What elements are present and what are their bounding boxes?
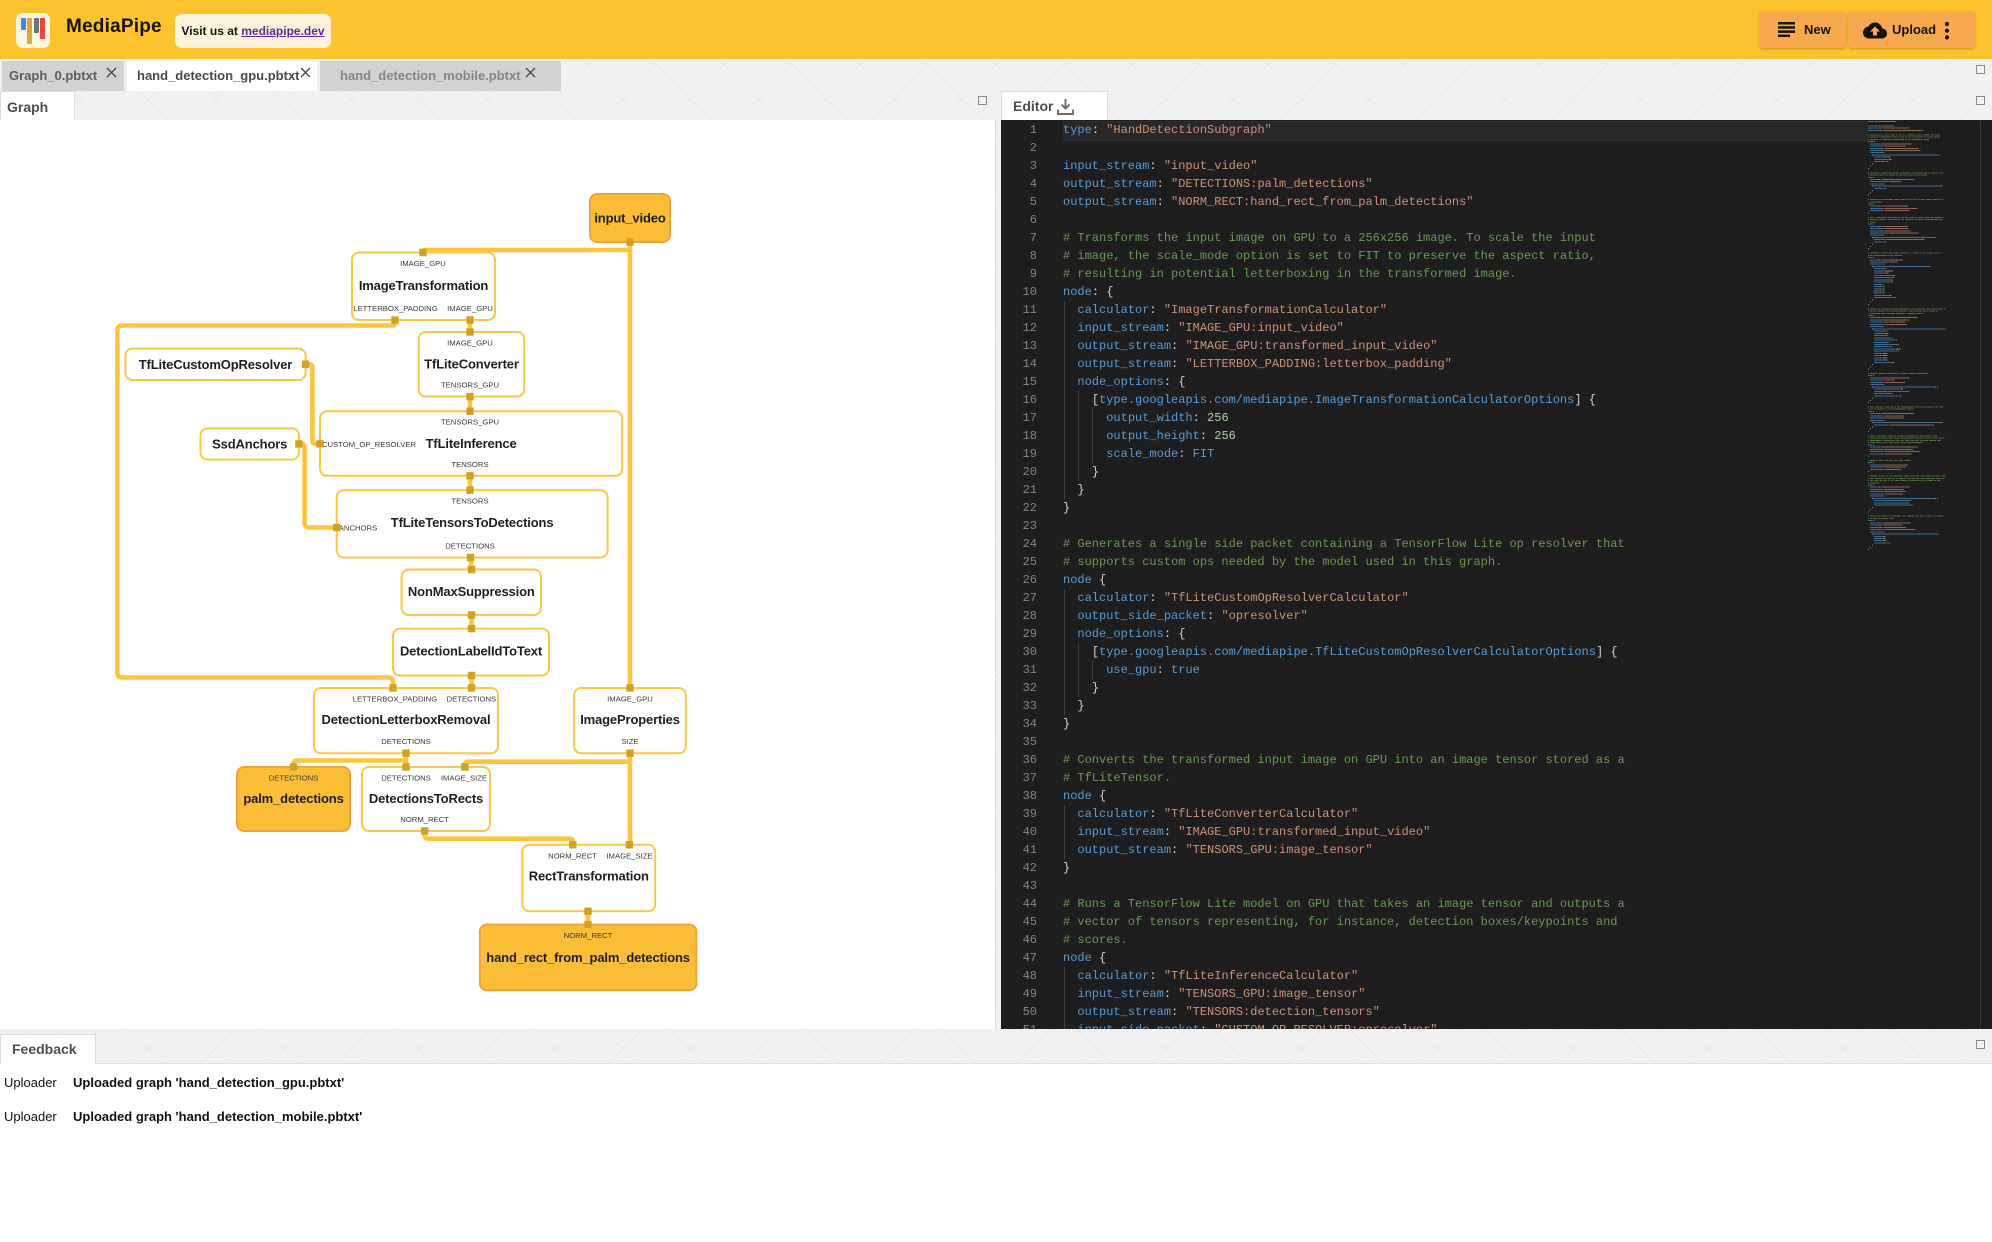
svg-text:TfLiteCustomOpResolver: TfLiteCustomOpResolver <box>139 357 293 372</box>
svg-text:DetectionLabelIdToText: DetectionLabelIdToText <box>400 643 543 658</box>
svg-text:DETECTIONS: DETECTIONS <box>381 737 431 746</box>
svg-text:TENSORS_GPU: TENSORS_GPU <box>441 381 499 390</box>
svg-text:DetectionLetterboxRemoval: DetectionLetterboxRemoval <box>322 712 491 727</box>
svg-text:IMAGE_GPU: IMAGE_GPU <box>400 259 446 268</box>
svg-text:IMAGE_GPU: IMAGE_GPU <box>607 695 653 704</box>
svg-text:LETTERBOX_PADDING: LETTERBOX_PADDING <box>353 304 437 313</box>
svg-text:TENSORS_GPU: TENSORS_GPU <box>441 418 499 427</box>
svg-text:IMAGE_SIZE: IMAGE_SIZE <box>606 851 652 860</box>
svg-text:NORM_RECT: NORM_RECT <box>564 931 613 940</box>
svg-text:DETECTIONS: DETECTIONS <box>381 774 431 783</box>
svg-text:SsdAnchors: SsdAnchors <box>212 437 287 452</box>
svg-text:DETECTIONS: DETECTIONS <box>269 774 319 783</box>
svg-text:ImageTransformation: ImageTransformation <box>359 278 489 293</box>
svg-text:IMAGE_SIZE: IMAGE_SIZE <box>441 774 487 783</box>
svg-text:hand_rect_from_palm_detections: hand_rect_from_palm_detections <box>486 950 690 965</box>
svg-text:NonMaxSuppression: NonMaxSuppression <box>408 584 535 599</box>
svg-text:ImageProperties: ImageProperties <box>580 712 680 727</box>
svg-text:RectTransformation: RectTransformation <box>529 869 649 884</box>
svg-text:palm_detections: palm_detections <box>243 791 343 806</box>
svg-text:NORM_RECT: NORM_RECT <box>548 851 597 860</box>
svg-text:DetectionsToRects: DetectionsToRects <box>369 791 483 806</box>
svg-text:TfLiteConverter: TfLiteConverter <box>424 357 519 372</box>
svg-text:SIZE: SIZE <box>621 737 638 746</box>
svg-text:TfLiteTensorsToDetections: TfLiteTensorsToDetections <box>391 515 554 530</box>
svg-text:ANCHORS: ANCHORS <box>339 524 377 533</box>
svg-text:CUSTOM_OP_RESOLVER: CUSTOM_OP_RESOLVER <box>322 440 417 449</box>
svg-text:TENSORS: TENSORS <box>451 460 488 469</box>
svg-text:IMAGE_GPU: IMAGE_GPU <box>447 304 493 313</box>
svg-text:TENSORS: TENSORS <box>451 497 488 506</box>
svg-text:IMAGE_GPU: IMAGE_GPU <box>447 339 493 348</box>
svg-text:LETTERBOX_PADDING: LETTERBOX_PADDING <box>353 695 437 704</box>
svg-text:NORM_RECT: NORM_RECT <box>400 815 449 824</box>
svg-text:TfLiteInference: TfLiteInference <box>426 436 517 451</box>
svg-text:input_video: input_video <box>594 211 666 226</box>
svg-text:DETECTIONS: DETECTIONS <box>445 542 495 551</box>
svg-text:DETECTIONS: DETECTIONS <box>447 695 497 704</box>
